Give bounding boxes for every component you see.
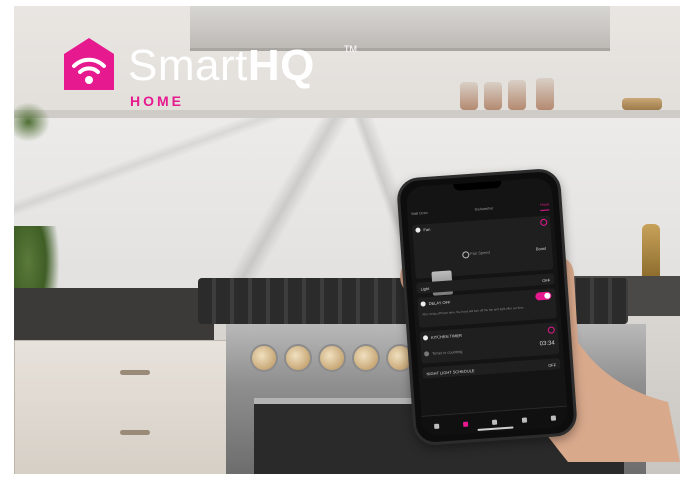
timer-status-icon	[423, 351, 430, 357]
app-screen: Wall Oven Dishwasher Hood Fan Fan Speed …	[405, 177, 569, 437]
cabinet-handle	[120, 370, 150, 375]
clock-icon	[420, 301, 426, 307]
fan-icon	[462, 251, 470, 259]
logo-word-light: Smart	[128, 41, 248, 90]
range-knob	[284, 344, 312, 372]
nav-settings-icon[interactable]	[550, 414, 556, 421]
fan-speed-value[interactable]: Boost	[536, 246, 547, 252]
countertop-left	[14, 288, 214, 340]
smartphone: Wall Oven Dishwasher Hood Fan Fan Speed …	[395, 167, 579, 447]
bottom-nav	[421, 405, 569, 437]
logo-trademark: TM	[344, 44, 357, 54]
range-knob	[318, 344, 346, 372]
fan-status: Fan Speed	[470, 249, 490, 257]
spice-jar	[484, 82, 502, 110]
tab-dishwasher[interactable]: Dishwasher	[475, 206, 494, 215]
cabinet	[14, 340, 236, 474]
delay-off-toggle[interactable]	[535, 291, 552, 301]
tab-hood[interactable]: Hood	[540, 202, 550, 212]
nav-recipes-icon[interactable]	[492, 419, 498, 425]
light-value[interactable]: OFF	[542, 278, 550, 284]
spice-jar	[536, 78, 554, 110]
light-label: Light	[420, 285, 430, 292]
kitchen-timer-label: KITCHEN TIMER	[430, 332, 463, 340]
kitchen-timer-sub: Timer is counting	[431, 348, 463, 356]
power-icon[interactable]	[539, 218, 548, 227]
nav-home-icon[interactable]	[434, 423, 440, 429]
wifi-house-icon	[64, 38, 114, 90]
fan-label: Fan	[423, 226, 431, 233]
range-knob	[352, 344, 380, 372]
home-indicator[interactable]	[477, 426, 514, 431]
logo-word-bold: HQ	[247, 41, 315, 90]
timer-stop-icon[interactable]	[547, 326, 556, 334]
night-light-label: NIGHT LIGHT SCHEDULE	[426, 368, 475, 377]
smarthq-logo: SmartHQ TM HOME	[62, 36, 362, 109]
bowl	[622, 98, 662, 110]
spice-jar	[508, 80, 526, 110]
phone-notch	[453, 180, 502, 192]
night-light-value[interactable]: OFF	[548, 362, 556, 368]
cabinet-handle	[120, 430, 150, 435]
nav-hood-icon[interactable]	[463, 421, 469, 427]
fan-dot-icon	[415, 227, 421, 233]
kitchen-timer-card: KITCHEN TIMER Timer is counting 03:34	[419, 322, 560, 364]
fan-card: Fan Fan Speed Boost	[412, 215, 554, 296]
logo-subtitle: HOME	[130, 93, 184, 109]
nav-discover-icon[interactable]	[521, 417, 527, 423]
spice-jar	[460, 82, 478, 110]
plant	[14, 102, 50, 142]
logo-wordmark: SmartHQ	[128, 42, 315, 90]
timer-icon	[422, 335, 429, 341]
kitchen-timer-value: 03:34	[539, 340, 555, 348]
delay-off-description: After delay off timer time, the hood wil…	[422, 305, 525, 317]
tab-wall-oven[interactable]: Wall Oven	[411, 211, 428, 220]
range-knob	[250, 344, 278, 372]
delay-off-label: DELAY OFF	[428, 299, 451, 307]
